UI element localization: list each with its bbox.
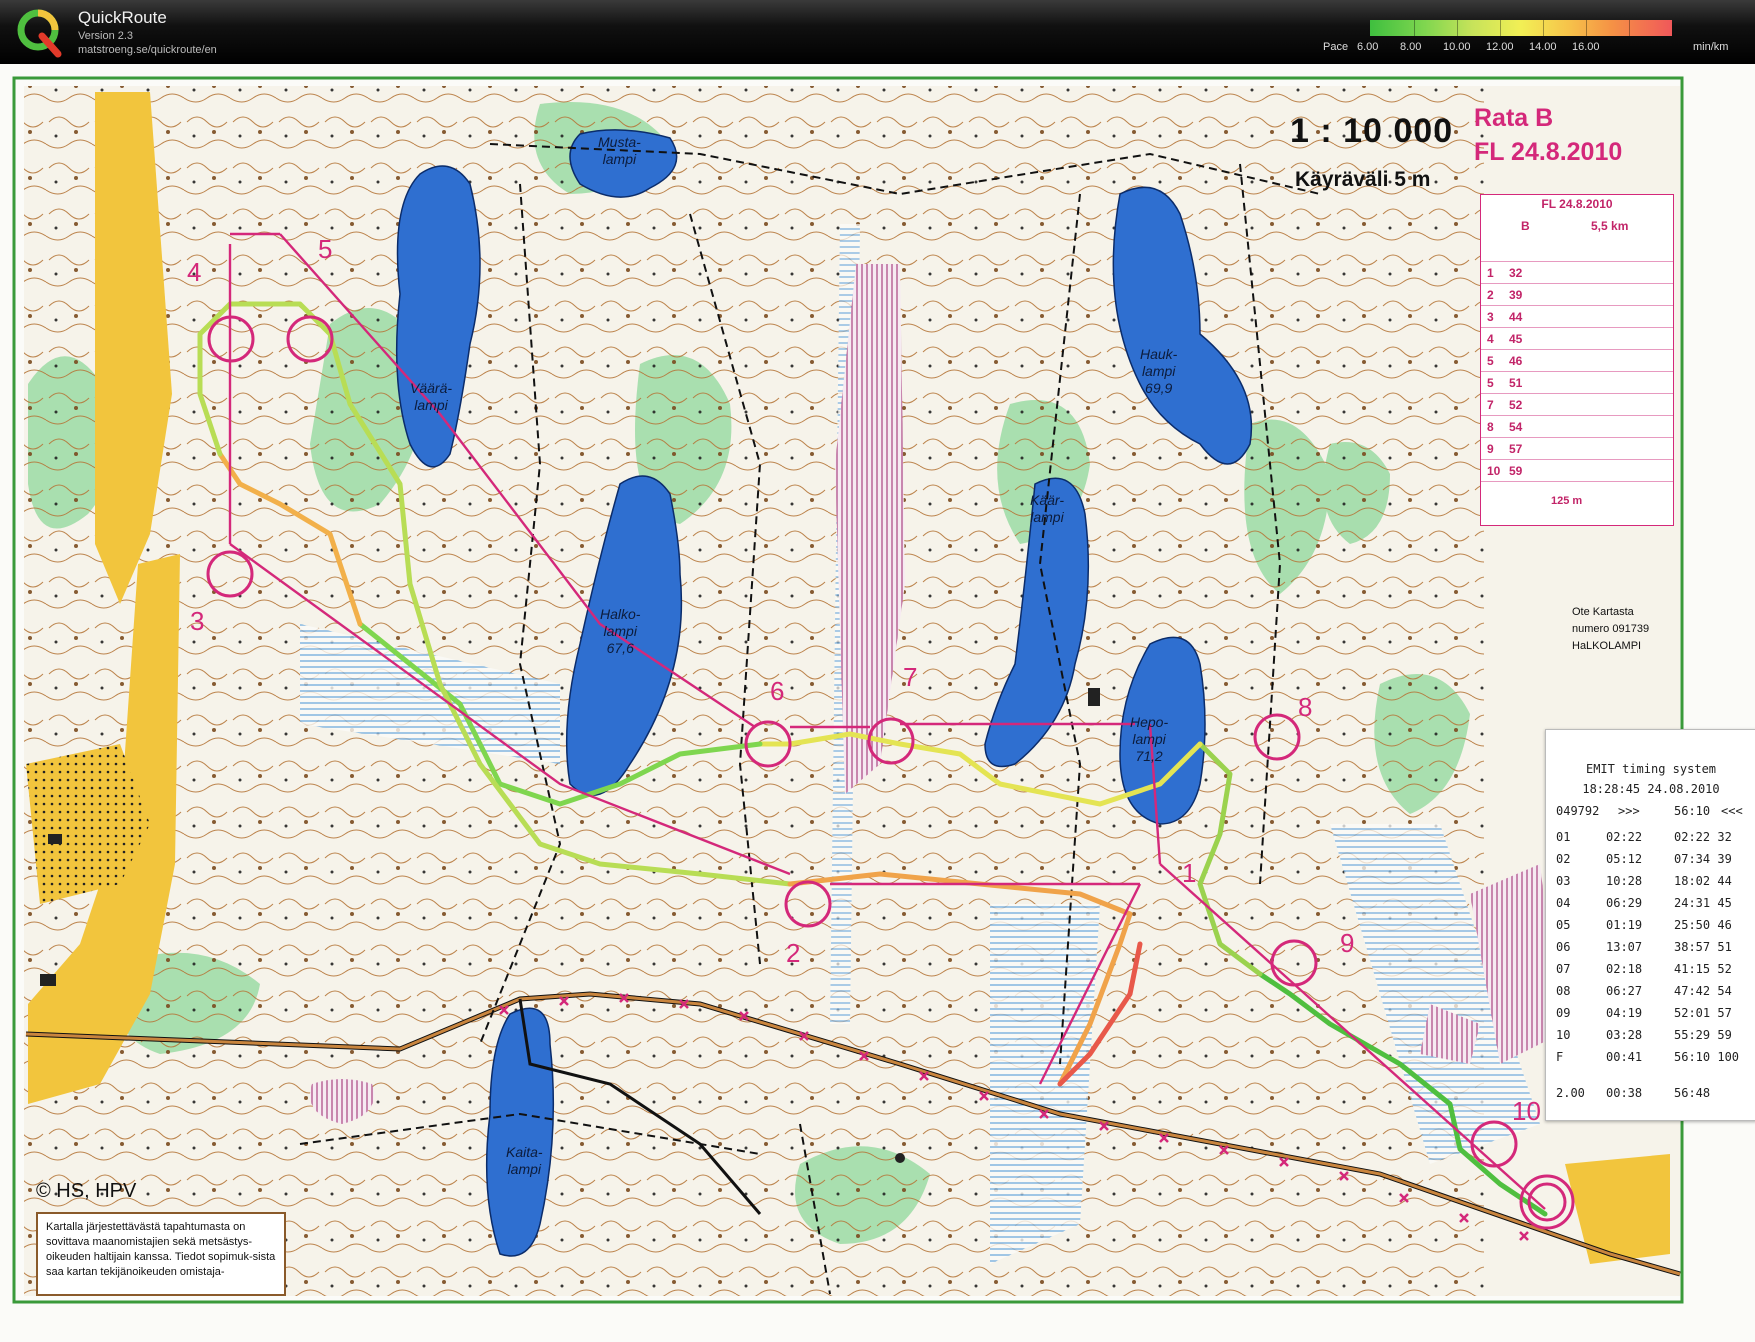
app-version: Version 2.3 [78, 30, 134, 42]
card-class: B [1521, 219, 1530, 233]
map-scale: 1 : 10 000 [1290, 112, 1454, 150]
card-header: FL 24.8.2010 [1541, 197, 1613, 211]
control-number: 9 [1340, 928, 1355, 958]
pace-tick-label: 8.00 [1400, 41, 1422, 53]
lake-label: Halko- lampi 67,6 [600, 606, 641, 656]
app-header: QuickRoute Version 2.3 matstroeng.se/qui… [0, 0, 1755, 64]
description-row: 5 51 [1481, 371, 1673, 394]
contour-lines [24, 86, 1484, 1296]
pace-tick-label: 6.00 [1357, 41, 1379, 53]
map-canvas[interactable]: 4 5 3 6 7 8 1 2 9 10 Musta- lampi Väärä-… [0, 64, 1755, 1342]
finish-leg-length: 125 m [1551, 495, 1583, 507]
description-row: 4 45 [1481, 327, 1673, 350]
control-number: 1 [1182, 858, 1197, 888]
lake-label: Käär- lampi [1030, 492, 1064, 525]
control-description-card: FL 24.8.2010 B 5,5 km 1 32 2 39 3 44 4 45 54… [1480, 194, 1674, 526]
lake-label: Kaita- lampi [506, 1144, 543, 1177]
copyright: © HS, HPV [36, 1180, 137, 1202]
description-row: 3 44 [1481, 305, 1673, 328]
source-line: numero 091739 [1572, 623, 1650, 635]
pace-tick [1500, 20, 1501, 36]
description-row: 1 32 [1481, 261, 1673, 284]
quickroute-logo-icon [17, 9, 62, 58]
pace-tick [1414, 20, 1415, 36]
emit-split-slip: EMIT timing system 18:28:45 24.08.2010 0… [1545, 729, 1755, 1121]
pace-tick-label: 16.00 [1572, 41, 1600, 53]
map-source: Ote Kartasta numero 091739 HaLKOLAMPI [1572, 604, 1649, 655]
emit-timestamp: 18:28:45 24.08.2010 [1582, 782, 1720, 796]
contour-interval: Käyräväli 5 m [1295, 168, 1431, 191]
source-line: HaLKOLAMPI [1572, 640, 1642, 652]
lake-label: Hepo- lampi 71,2 [1130, 714, 1169, 764]
app-title: QuickRoute [78, 8, 167, 27]
control-number: 10 [1512, 1096, 1541, 1126]
pace-tick-label: 12.00 [1486, 41, 1514, 53]
card-length: 5,5 km [1591, 219, 1629, 233]
pace-color-scale [1370, 20, 1672, 36]
pace-tick [1586, 20, 1587, 36]
event-date: FL 24.8.2010 [1474, 138, 1623, 166]
course-name: Rata B [1474, 104, 1554, 132]
description-row: 7 52 [1481, 393, 1673, 416]
pace-tick [1629, 20, 1630, 36]
description-row: 2 39 [1481, 283, 1673, 306]
pace-tick-label: 14.00 [1529, 41, 1557, 53]
description-row: 9 57 [1481, 437, 1673, 460]
pace-unit: min/km [1693, 41, 1729, 53]
app-url[interactable]: matstroeng.se/quickroute/en [78, 44, 217, 56]
control-number: 4 [187, 257, 202, 287]
description-row: 10 59 [1481, 459, 1673, 482]
control-number: 5 [318, 234, 333, 264]
lake-label: Musta- lampi [598, 134, 641, 167]
control-number: 6 [770, 676, 785, 706]
emit-title: EMIT timing system [1585, 762, 1717, 776]
description-row: 5 46 [1481, 349, 1673, 372]
lake-label: Hauk- lampi 69,9 [1140, 346, 1178, 396]
control-number: 2 [786, 938, 801, 968]
description-row: 8 54 [1481, 415, 1673, 438]
control-number: 3 [190, 606, 205, 636]
pace-label: Pace [1323, 41, 1349, 53]
control-number: 8 [1298, 692, 1313, 722]
lake-label: Väärä- lampi [410, 380, 453, 413]
control-number: 7 [903, 662, 918, 692]
pace-tick [1543, 20, 1544, 36]
landowner-notice: Kartalla järjestettävästä tapahtumasta o… [36, 1212, 286, 1296]
pace-tick-label: 10.00 [1443, 41, 1471, 53]
pace-tick [1457, 20, 1458, 36]
source-line: Ote Kartasta [1572, 606, 1634, 618]
